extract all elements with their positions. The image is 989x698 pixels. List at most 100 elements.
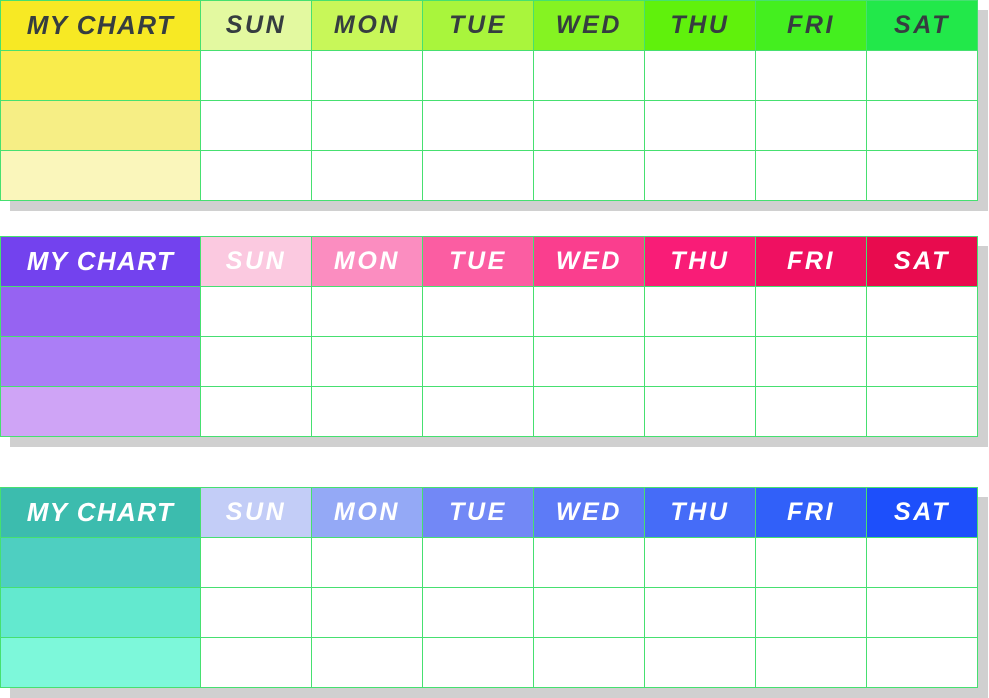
data-cell[interactable] xyxy=(644,637,756,688)
data-cell[interactable] xyxy=(422,286,534,337)
data-cell[interactable] xyxy=(866,50,978,101)
row-label-cell[interactable] xyxy=(0,150,201,201)
data-cell[interactable] xyxy=(200,537,312,588)
data-cell[interactable] xyxy=(866,386,978,437)
data-cell[interactable] xyxy=(200,286,312,337)
data-cell[interactable] xyxy=(755,637,867,688)
column-header-thu[interactable]: THU xyxy=(644,0,756,51)
data-cell[interactable] xyxy=(644,150,756,201)
column-header-wed[interactable]: WED xyxy=(533,0,645,51)
data-cell[interactable] xyxy=(311,386,423,437)
data-cell[interactable] xyxy=(533,336,645,387)
data-cell[interactable] xyxy=(866,637,978,688)
data-cell[interactable] xyxy=(644,386,756,437)
row-label-cell[interactable] xyxy=(0,50,201,101)
data-cell[interactable] xyxy=(533,50,645,101)
page-root: MY CHART SUN MON TUE WED THU FRI SAT MY … xyxy=(0,0,989,698)
data-cell[interactable] xyxy=(533,386,645,437)
data-cell[interactable] xyxy=(422,150,534,201)
data-cell[interactable] xyxy=(644,286,756,337)
data-cell[interactable] xyxy=(200,587,312,638)
data-cell[interactable] xyxy=(200,150,312,201)
column-header-fri[interactable]: FRI xyxy=(755,0,867,51)
data-cell[interactable] xyxy=(533,100,645,151)
column-header-wed[interactable]: WED xyxy=(533,236,645,287)
data-cell[interactable] xyxy=(311,100,423,151)
data-cell[interactable] xyxy=(866,537,978,588)
column-header-wed[interactable]: WED xyxy=(533,487,645,538)
data-cell[interactable] xyxy=(755,100,867,151)
data-cell[interactable] xyxy=(644,50,756,101)
column-header-tue[interactable]: TUE xyxy=(422,0,534,51)
column-header-sun[interactable]: SUN xyxy=(200,487,312,538)
row-label-cell[interactable] xyxy=(0,336,201,387)
data-cell[interactable] xyxy=(311,537,423,588)
data-cell[interactable] xyxy=(755,587,867,638)
data-cell[interactable] xyxy=(866,286,978,337)
column-header-mon[interactable]: MON xyxy=(311,236,423,287)
data-cell[interactable] xyxy=(644,100,756,151)
data-cell[interactable] xyxy=(533,286,645,337)
column-header-thu[interactable]: THU xyxy=(644,236,756,287)
data-cell[interactable] xyxy=(311,637,423,688)
data-cell[interactable] xyxy=(533,150,645,201)
column-header-sat[interactable]: SAT xyxy=(866,236,978,287)
table-header-row: MY CHART SUN MON TUE WED THU FRI SAT xyxy=(0,236,978,287)
data-cell[interactable] xyxy=(311,336,423,387)
column-header-sat[interactable]: SAT xyxy=(866,0,978,51)
data-cell[interactable] xyxy=(866,336,978,387)
data-cell[interactable] xyxy=(644,537,756,588)
table-row xyxy=(0,336,978,387)
data-cell[interactable] xyxy=(755,336,867,387)
column-header-fri[interactable]: FRI xyxy=(755,487,867,538)
data-cell[interactable] xyxy=(311,587,423,638)
data-cell[interactable] xyxy=(866,100,978,151)
data-cell[interactable] xyxy=(200,386,312,437)
column-header-tue[interactable]: TUE xyxy=(422,236,534,287)
data-cell[interactable] xyxy=(755,386,867,437)
data-cell[interactable] xyxy=(311,50,423,101)
data-cell[interactable] xyxy=(755,150,867,201)
data-cell[interactable] xyxy=(866,587,978,638)
data-cell[interactable] xyxy=(755,50,867,101)
row-label-cell[interactable] xyxy=(0,100,201,151)
data-cell[interactable] xyxy=(311,286,423,337)
data-cell[interactable] xyxy=(311,150,423,201)
data-cell[interactable] xyxy=(422,50,534,101)
weekly-chart-table: MY CHART SUN MON TUE WED THU FRI SAT xyxy=(0,487,978,688)
data-cell[interactable] xyxy=(866,150,978,201)
data-cell[interactable] xyxy=(422,587,534,638)
table-row xyxy=(0,537,978,588)
column-header-mon[interactable]: MON xyxy=(311,487,423,538)
data-cell[interactable] xyxy=(200,50,312,101)
data-cell[interactable] xyxy=(422,336,534,387)
row-label-cell[interactable] xyxy=(0,587,201,638)
data-cell[interactable] xyxy=(644,336,756,387)
data-cell[interactable] xyxy=(755,286,867,337)
row-label-cell[interactable] xyxy=(0,537,201,588)
data-cell[interactable] xyxy=(755,537,867,588)
data-cell[interactable] xyxy=(422,100,534,151)
table-header-row: MY CHART SUN MON TUE WED THU FRI SAT xyxy=(0,0,978,51)
data-cell[interactable] xyxy=(533,537,645,588)
row-label-cell[interactable] xyxy=(0,637,201,688)
column-header-fri[interactable]: FRI xyxy=(755,236,867,287)
data-cell[interactable] xyxy=(200,637,312,688)
data-cell[interactable] xyxy=(422,637,534,688)
column-header-thu[interactable]: THU xyxy=(644,487,756,538)
row-label-cell[interactable] xyxy=(0,286,201,337)
data-cell[interactable] xyxy=(200,100,312,151)
data-cell[interactable] xyxy=(422,386,534,437)
row-label-cell[interactable] xyxy=(0,386,201,437)
data-cell[interactable] xyxy=(644,587,756,638)
column-header-mon[interactable]: MON xyxy=(311,0,423,51)
column-header-sat[interactable]: SAT xyxy=(866,487,978,538)
data-cell[interactable] xyxy=(200,336,312,387)
column-header-sun[interactable]: SUN xyxy=(200,236,312,287)
data-cell[interactable] xyxy=(533,637,645,688)
data-cell[interactable] xyxy=(422,537,534,588)
column-header-sun[interactable]: SUN xyxy=(200,0,312,51)
column-header-tue[interactable]: TUE xyxy=(422,487,534,538)
data-cell[interactable] xyxy=(533,587,645,638)
table-row xyxy=(0,100,978,151)
